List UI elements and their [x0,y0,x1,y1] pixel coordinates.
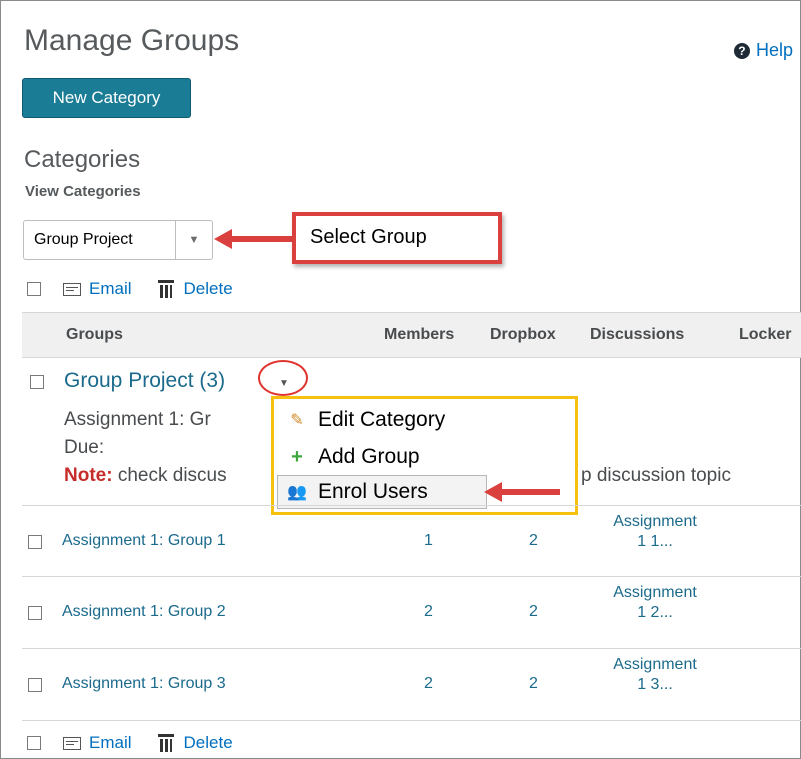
category-select[interactable]: Group Project ▼ [23,220,213,260]
row-checkbox[interactable] [28,678,42,692]
note-text-start: check discus [112,465,227,486]
email-icon [63,736,81,750]
category-menu-chevron-icon[interactable]: ▼ [279,378,289,389]
select-all-checkbox[interactable] [27,282,41,296]
members-count[interactable]: 2 [424,675,433,693]
chevron-down-icon[interactable]: ▼ [176,221,212,259]
menu-item-label: Add Group [318,445,420,468]
row-checkbox[interactable] [28,606,42,620]
header-members: Members [384,326,455,343]
discussions-link[interactable]: Assignment 1 1... [595,512,715,552]
select-group-callout: Select Group [292,212,502,264]
menu-item-edit-category[interactable]: ✎ Edit Category [286,408,445,432]
new-category-button[interactable]: New Category [22,78,191,118]
callout-arrow-line [230,236,294,242]
members-count[interactable]: 2 [424,603,433,621]
row-checkbox[interactable] [28,535,42,549]
header-discussions: Discussions [590,326,685,343]
trash-icon [157,734,174,752]
discussions-line2: 1 1... [637,533,673,550]
dropbox-count[interactable]: 2 [529,532,538,550]
view-categories-label: View Categories [25,183,141,200]
table-row: Assignment 1: Group 1 1 2 Assignment 1 1… [22,505,801,577]
email-link[interactable]: Email [89,733,132,753]
delete-link[interactable]: Delete [184,733,233,753]
header-locker: Locker [739,326,792,343]
discussions-link[interactable]: Assignment 1 3... [595,655,715,695]
page-title: Manage Groups [24,24,240,57]
category-select-value: Group Project [24,221,176,259]
members-count[interactable]: 1 [424,532,433,550]
dropbox-count[interactable]: 2 [529,603,538,621]
email-icon [63,282,81,296]
bottom-toolbar: Email Delete [27,733,233,753]
menu-item-enrol-users[interactable]: 👥 Enrol Users [286,480,428,504]
group-name-link[interactable]: Assignment 1: Group 2 [62,603,226,621]
plus-icon: + [291,445,303,468]
enrol-arrow-line [500,489,560,495]
note-label: Note: [64,465,113,486]
top-toolbar: Email Delete [27,279,233,299]
menu-item-add-group[interactable]: + Add Group [286,445,420,469]
table-row: Assignment 1: Group 3 2 2 Assignment 1 3… [22,649,801,721]
discussions-line2: 1 2... [637,604,673,621]
help-label: Help [755,40,793,60]
dropbox-count[interactable]: 2 [529,675,538,693]
email-link[interactable]: Email [89,279,132,299]
category-title-link[interactable]: Group Project (3) [64,369,225,393]
groups-table-header: Groups Members Dropbox Discussions Locke… [22,312,801,358]
group-name-link[interactable]: Assignment 1: Group 3 [62,675,226,693]
discussions-line1: Assignment [613,584,697,601]
discussions-line2: 1 3... [637,676,673,693]
group-name-link[interactable]: Assignment 1: Group 1 [62,532,226,550]
trash-icon [157,280,174,298]
discussions-line1: Assignment [613,513,697,530]
header-dropbox: Dropbox [490,326,556,343]
help-icon: ? [733,42,750,59]
help-link[interactable]: ? Help [733,40,793,61]
categories-heading: Categories [24,146,141,173]
users-icon: 👥 [287,484,307,501]
category-context-menu: ✎ Edit Category + Add Group 👥 Enrol User… [271,396,578,515]
category-checkbox[interactable] [30,375,44,389]
pencil-icon: ✎ [290,412,304,429]
category-description-line2: Due: [64,437,105,458]
category-description-line1: Assignment 1: Gr [64,409,211,430]
table-row: Assignment 1: Group 2 2 2 Assignment 1 2… [22,577,801,649]
delete-link[interactable]: Delete [184,279,233,299]
discussions-line1: Assignment [613,656,697,673]
header-groups: Groups [66,326,123,343]
menu-item-label: Enrol Users [318,480,428,503]
category-note: Note: check discus [64,465,227,487]
select-all-checkbox[interactable] [27,736,41,750]
menu-item-label: Edit Category [318,408,446,431]
note-text-end: p discussion topic [581,465,731,486]
discussions-link[interactable]: Assignment 1 2... [595,583,715,623]
